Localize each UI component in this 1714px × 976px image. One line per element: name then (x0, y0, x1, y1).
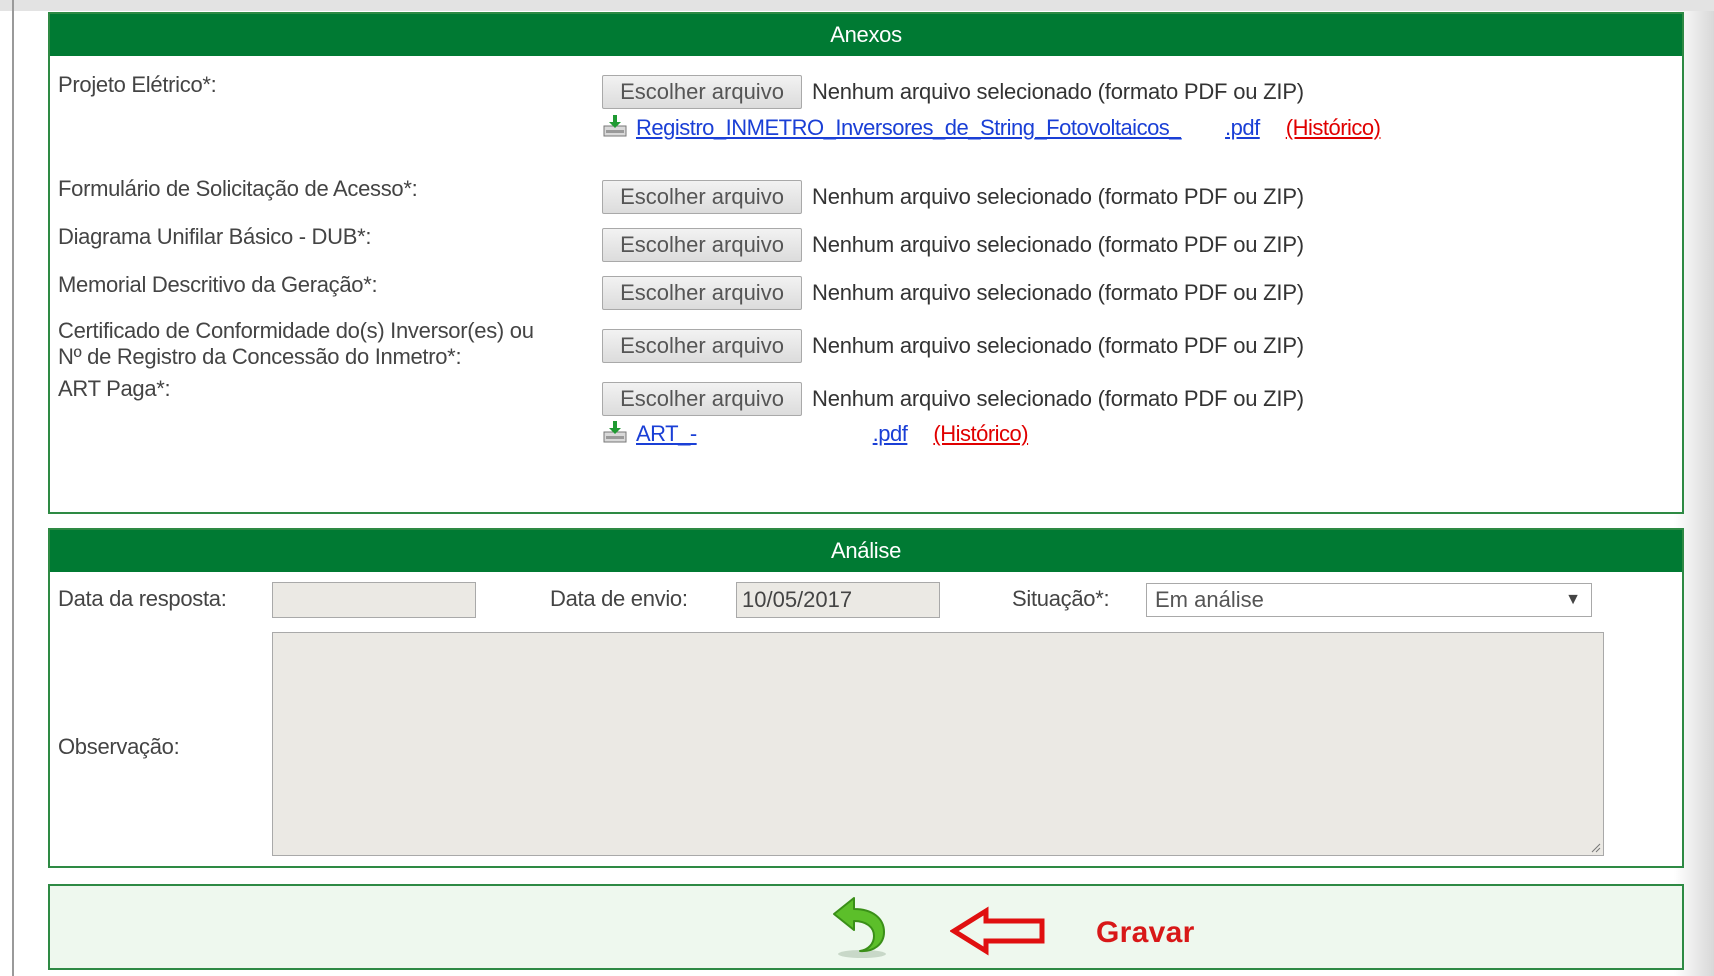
row-label-line1: Certificado de Conformidade do(s) Invers… (58, 318, 534, 343)
choose-file-button[interactable]: Escolher arquivo (602, 180, 802, 214)
file-link[interactable]: ART_- (636, 421, 697, 446)
download-icon[interactable] (602, 420, 628, 444)
choose-file-button[interactable]: Escolher arquivo (602, 276, 802, 310)
actions-panel: Gravar (48, 884, 1684, 970)
situacao-value: Em análise (1155, 587, 1264, 612)
row-label-line2: Nº de Registro da Concessão do Inmetro*: (58, 344, 462, 369)
file-status: Nenhum arquivo selecionado (formato PDF … (812, 232, 1304, 257)
gravar-label[interactable]: Gravar (1096, 916, 1195, 950)
situacao-label: Situação*: (1012, 586, 1110, 611)
observacao-textarea[interactable] (272, 632, 1604, 856)
top-bar (0, 0, 1714, 11)
observacao-label: Observação: (58, 734, 180, 759)
row-label: Formulário de Solicitação de Acesso*: (58, 176, 418, 201)
uploaded-file: ART_- .pdf (Histórico) (602, 420, 1029, 450)
choose-file-button[interactable]: Escolher arquivo (602, 329, 802, 363)
data-envio-input[interactable] (736, 582, 940, 618)
anexos-header: Anexos (50, 14, 1682, 56)
choose-file-button[interactable]: Escolher arquivo (602, 228, 802, 262)
chevron-down-icon: ▼ (1565, 591, 1581, 608)
analise-panel: Análise Data da resposta: Data de envio:… (48, 528, 1684, 868)
uploaded-file: Registro_INMETRO_Inversores_de_String_Fo… (602, 114, 1381, 144)
file-status: Nenhum arquivo selecionado (formato PDF … (812, 184, 1304, 209)
left-border (12, 0, 14, 976)
file-status: Nenhum arquivo selecionado (formato PDF … (812, 386, 1304, 411)
row-label: ART Paga*: (58, 376, 171, 401)
file-link[interactable]: Registro_INMETRO_Inversores_de_String_Fo… (636, 115, 1182, 140)
row-label: Diagrama Unifilar Básico - DUB*: (58, 224, 372, 249)
undo-arrow-icon[interactable] (828, 894, 890, 960)
data-resposta-input[interactable] (272, 582, 476, 618)
row-label: Memorial Descritivo da Geração*: (58, 272, 378, 297)
left-arrow-outline-icon (950, 906, 1045, 956)
history-link[interactable]: (Histórico) (933, 421, 1028, 446)
file-link-ext[interactable]: .pdf (873, 421, 908, 446)
situacao-select[interactable]: Em análise ▼ (1146, 583, 1592, 617)
file-link-ext[interactable]: .pdf (1225, 115, 1260, 140)
analise-header: Análise (50, 530, 1682, 572)
resize-grip-icon[interactable] (1589, 841, 1601, 853)
choose-file-button[interactable]: Escolher arquivo (602, 382, 802, 416)
file-status: Nenhum arquivo selecionado (formato PDF … (812, 280, 1304, 305)
download-icon[interactable] (602, 114, 628, 138)
row-label: Projeto Elétrico*: (58, 72, 217, 97)
file-status: Nenhum arquivo selecionado (formato PDF … (812, 333, 1304, 358)
data-envio-label: Data de envio: (550, 586, 688, 611)
data-resposta-label: Data da resposta: (58, 586, 227, 611)
file-status: Nenhum arquivo selecionado (formato PDF … (812, 79, 1304, 104)
anexos-panel: Anexos Projeto Elétrico*: Escolher arqui… (48, 12, 1684, 514)
history-link[interactable]: (Histórico) (1286, 115, 1381, 140)
choose-file-button[interactable]: Escolher arquivo (602, 75, 802, 109)
